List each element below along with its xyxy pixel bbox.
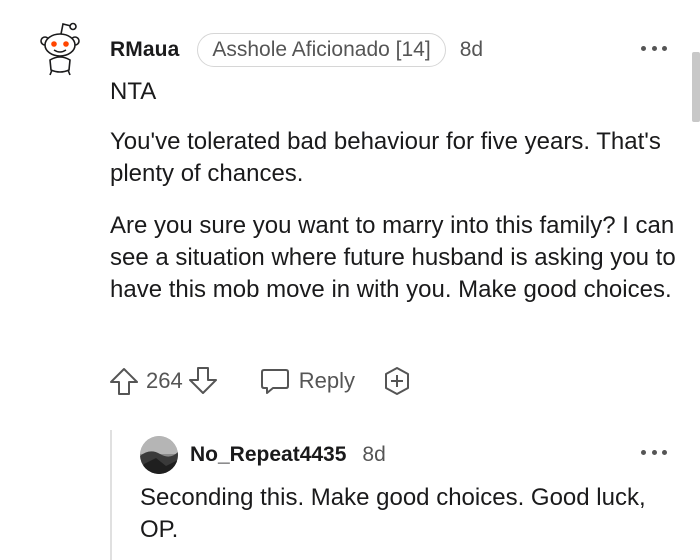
user-avatar-icon[interactable] (140, 436, 178, 474)
more-options-icon[interactable] (641, 44, 667, 52)
reply-body: Seconding this. Make good choices. Good … (140, 484, 646, 543)
thread-line[interactable] (110, 430, 112, 560)
reply-header: No_Repeat4435 8d (190, 440, 386, 470)
comment-header: RMaua Asshole Aficionado [14] 8d (110, 33, 483, 67)
comment-paragraph: NTA (110, 78, 157, 105)
award-plus-icon[interactable] (381, 365, 413, 397)
comment-actions: 264 Reply (108, 364, 413, 398)
downvote-arrow-icon[interactable] (187, 365, 219, 397)
comment-author[interactable]: RMaua (110, 38, 179, 62)
reply-label: Reply (298, 368, 355, 393)
reply-author[interactable]: No_Repeat4435 (190, 443, 346, 467)
comment-thread: RMaua Asshole Aficionado [14] 8d NTA You… (0, 0, 700, 560)
snoo-avatar-icon[interactable] (38, 20, 82, 76)
more-options-icon[interactable] (641, 448, 667, 456)
reply-button[interactable]: Reply (259, 365, 355, 397)
reply-age: 8d (362, 443, 386, 466)
user-flair: Asshole Aficionado [14] (197, 33, 446, 67)
vote-score: 264 (146, 368, 183, 393)
comment-paragraph: Are you sure you want to marry into this… (110, 212, 676, 303)
comment-age: 8d (459, 38, 484, 61)
comment-paragraph: You've tolerated bad behaviour for five … (110, 128, 661, 187)
speech-bubble-icon (260, 369, 289, 394)
upvote-arrow-icon[interactable] (108, 365, 140, 397)
scrollbar[interactable] (692, 52, 700, 122)
